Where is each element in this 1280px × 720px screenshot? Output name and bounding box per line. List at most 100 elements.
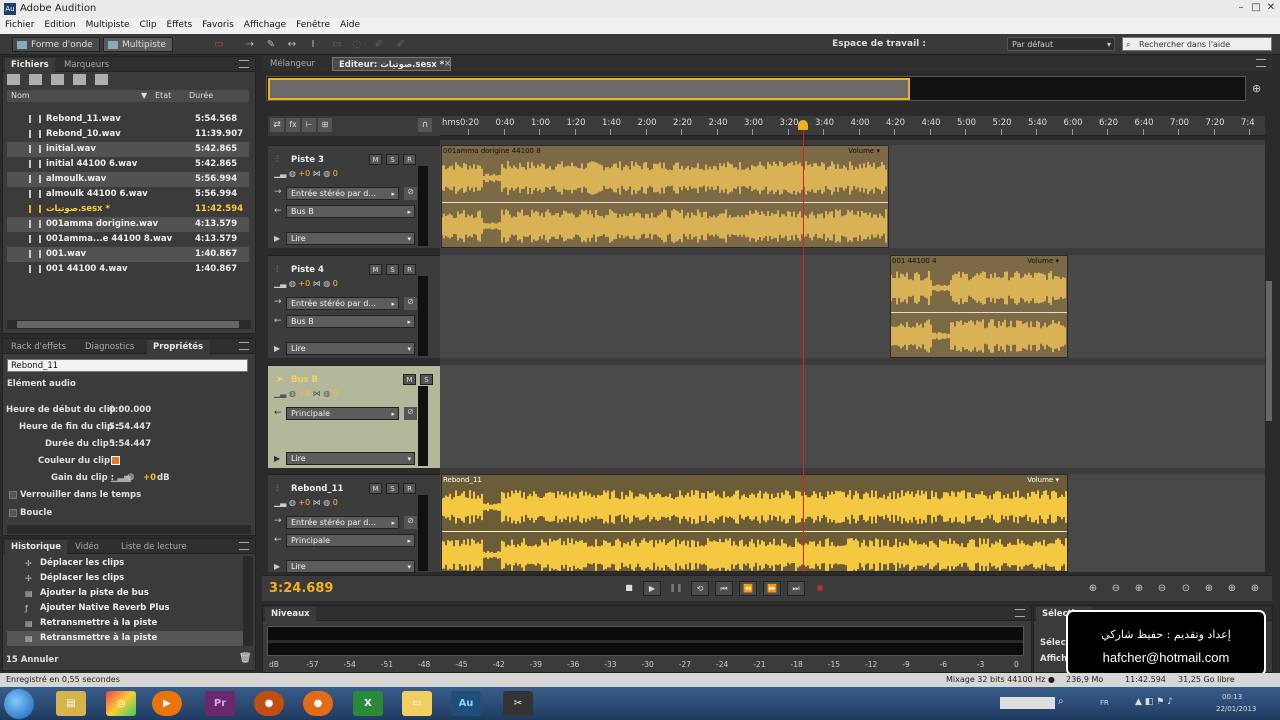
zoom-in-time-icon[interactable]: ⊕: [1132, 582, 1146, 595]
tracks-vscrollbar[interactable]: [1265, 136, 1273, 572]
waveform-view-button[interactable]: Forme d'onde: [12, 37, 100, 52]
snap-icon[interactable]: ∩: [418, 118, 432, 132]
multitrack-view-button[interactable]: Multipiste: [103, 37, 173, 52]
import-icon[interactable]: [51, 74, 64, 85]
go-to-start-button[interactable]: ⏮: [715, 581, 733, 596]
volume-control[interactable]: ▁▃ ◍ +0 ⋈ ◍ 0: [274, 279, 338, 291]
start-button[interactable]: [4, 689, 34, 719]
file-row[interactable]: 001amma...e 44100 8.wav 4:13.579: [7, 232, 249, 247]
track-name[interactable]: Rebond_11: [291, 484, 343, 494]
input-select[interactable]: Entrée stéréo par d... ▸: [286, 187, 399, 200]
brush-tool-icon[interactable]: ✐: [372, 38, 386, 51]
input-select[interactable]: Entrée stéréo par d... ▸: [286, 297, 399, 310]
eq-icon[interactable]: ⊞: [318, 118, 332, 132]
panel-menu-icon[interactable]: [239, 542, 249, 550]
col-name[interactable]: Nom: [11, 91, 30, 100]
rewind-button[interactable]: ⏪: [739, 581, 757, 596]
panel-menu-icon[interactable]: [239, 60, 249, 68]
file-row[interactable]: initial.wav 5:42.865: [7, 142, 249, 157]
input-monitor-icon[interactable]: ⊘: [404, 297, 417, 310]
zoom-in-end-icon[interactable]: ⊕: [1225, 582, 1239, 595]
expand-track-icon[interactable]: ▶: [274, 454, 280, 463]
notes-icon[interactable]: ▭: [402, 691, 432, 716]
close-tab-icon[interactable]: ×: [438, 57, 457, 71]
output-select[interactable]: Principale ▸: [286, 407, 399, 420]
clip-gain-value[interactable]: +0: [143, 473, 156, 483]
lane-bus-b[interactable]: [440, 365, 1265, 468]
file-row[interactable]: 001 44100 4.wav 1:40.867: [7, 262, 249, 277]
tab-marqueurs[interactable]: Marqueurs: [58, 58, 115, 72]
zoom-out-amplitude-icon[interactable]: ⊖: [1109, 582, 1123, 595]
file-row[interactable]: Rebond_10.wav 11:39.907: [7, 127, 249, 142]
record-arm-button[interactable]: R: [403, 264, 416, 275]
volume-control[interactable]: ▁▃ ◍ +0 ⋈ ◍ 0: [274, 498, 338, 510]
output-select[interactable]: Principale ▸: [286, 534, 415, 547]
go-to-end-button[interactable]: ⏭: [787, 581, 805, 596]
slip-tool-icon[interactable]: ↔: [285, 38, 299, 51]
tray-icons[interactable]: ▲ ◧ ⚑ ♪: [1135, 697, 1173, 707]
loop-checkbox[interactable]: [9, 509, 17, 517]
loop-button[interactable]: ⟲: [691, 581, 709, 596]
lane-rebond-11[interactable]: Rebond_11 Volume ▾: [440, 474, 1265, 572]
sends-icon[interactable]: ⊢: [302, 118, 316, 132]
output-select[interactable]: Bus B ▸: [286, 205, 415, 218]
excel-icon[interactable]: X: [353, 691, 383, 716]
track-name[interactable]: Bus B: [291, 375, 318, 385]
search-icon[interactable]: ⌕: [1058, 696, 1064, 707]
file-row[interactable]: initial 44100 6.wav 5:42.865: [7, 157, 249, 172]
audio-clip[interactable]: 001 44100 4 Volume ▾: [890, 255, 1068, 358]
zoom-in-start-icon[interactable]: ⊕: [1202, 582, 1216, 595]
marquee-tool-icon[interactable]: ▭: [330, 38, 344, 51]
mute-button[interactable]: M: [369, 483, 382, 494]
google-search-input[interactable]: Google: [1000, 697, 1055, 709]
trash-icon[interactable]: [95, 74, 108, 85]
tab-liste-lecture[interactable]: Liste de lecture: [115, 540, 193, 554]
menu-effets[interactable]: Effets: [162, 18, 198, 32]
media-app-icon[interactable]: ◎: [106, 691, 136, 716]
new-file-icon[interactable]: [7, 74, 20, 85]
tab-niveaux[interactable]: Niveaux: [265, 607, 316, 621]
tool-icon[interactable]: ✂: [503, 691, 533, 716]
tab-proprietes[interactable]: Propriétés: [147, 340, 210, 354]
menu-affichage[interactable]: Affichage: [239, 18, 291, 32]
menu-multipiste[interactable]: Multipiste: [81, 18, 135, 32]
tab-video[interactable]: Vidéo: [69, 540, 105, 554]
clip-color-swatch[interactable]: [111, 456, 120, 465]
zoom-out-time-icon[interactable]: ⊖: [1155, 582, 1169, 595]
file-row[interactable]: almoulk 44100 6.wav 5:56.994: [7, 187, 249, 202]
clock-time[interactable]: 00:13: [1222, 693, 1242, 701]
workspace-select[interactable]: Par défaut ▾: [1007, 37, 1115, 51]
solo-button[interactable]: S: [386, 154, 399, 165]
history-item[interactable]: ✢ Déplacer les clips: [7, 556, 243, 571]
insert-icon[interactable]: [73, 74, 86, 85]
playhead[interactable]: [803, 124, 804, 572]
mute-button[interactable]: M: [369, 264, 382, 275]
premiere-icon[interactable]: Pr: [205, 691, 235, 716]
clip-duration-value[interactable]: 5:54.447: [109, 439, 151, 449]
clock-date[interactable]: 22/01/2013: [1216, 705, 1256, 713]
clip-volume-label[interactable]: Volume ▾: [1027, 476, 1059, 484]
solo-button[interactable]: S: [386, 264, 399, 275]
files-hscrollbar[interactable]: [7, 320, 251, 329]
menu-edition[interactable]: Edition: [39, 18, 80, 32]
overview-visible-range[interactable]: [268, 78, 910, 100]
record-arm-button[interactable]: R: [403, 154, 416, 165]
input-select[interactable]: Entrée stéréo par d... ▸: [286, 516, 399, 529]
panel-menu-icon[interactable]: [1256, 59, 1266, 67]
firefox-icon[interactable]: ●: [303, 691, 333, 716]
playhead-handle[interactable]: [798, 120, 808, 130]
play-button[interactable]: ▶: [643, 581, 661, 596]
lane-piste-3[interactable]: 001amma dorigine 44100 8 Volume ▾: [440, 145, 1265, 248]
tab-historique[interactable]: Historique: [5, 540, 67, 554]
media-player-icon[interactable]: ▶: [152, 691, 182, 716]
clip-end-value[interactable]: 5:54.447: [109, 422, 151, 432]
expand-track-icon[interactable]: ▶: [274, 562, 280, 571]
record-arm-button[interactable]: R: [403, 483, 416, 494]
close-icon[interactable]: ✕: [1264, 2, 1278, 14]
input-monitor-icon[interactable]: ⊘: [404, 187, 417, 200]
lasso-tool-icon[interactable]: ◌: [350, 38, 364, 51]
clip-volume-label[interactable]: Volume ▾: [1027, 257, 1059, 265]
tab-editeur[interactable]: Editeur: صوتيات.sesx *: [332, 57, 452, 71]
col-state[interactable]: Etat: [155, 91, 171, 100]
lock-checkbox[interactable]: [9, 491, 17, 499]
